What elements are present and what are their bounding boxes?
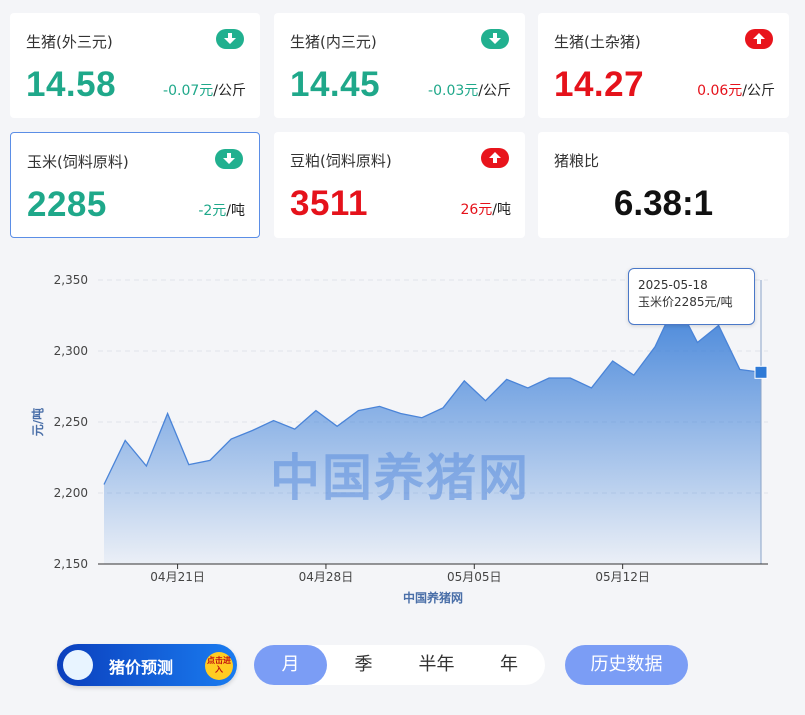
card-change: 26元/吨 bbox=[460, 202, 511, 218]
card-title: 豆粕(饲料原料) bbox=[290, 152, 392, 170]
card-title: 玉米(饲料原料) bbox=[27, 153, 129, 171]
tap-badge: 点击进入 bbox=[205, 652, 233, 680]
card-change: -2元/吨 bbox=[198, 203, 245, 219]
cloud-icon bbox=[63, 650, 93, 680]
price-card-pig-inner[interactable]: 生猪(内三元) 14.45 -0.03元/公斤 bbox=[274, 13, 525, 118]
card-change: 0.06元/公斤 bbox=[697, 83, 775, 99]
tab-quarter[interactable]: 季 bbox=[327, 645, 400, 685]
card-title: 生猪(土杂猪) bbox=[554, 33, 641, 51]
card-price: 14.58 bbox=[26, 65, 117, 104]
hover-point-marker bbox=[754, 365, 768, 379]
y-tick-label: 2,250 bbox=[54, 415, 88, 429]
tab-year[interactable]: 年 bbox=[473, 645, 545, 685]
price-card-pig-outer[interactable]: 生猪(外三元) 14.58 -0.07元/公斤 bbox=[10, 13, 260, 118]
down-arrow-icon bbox=[216, 29, 244, 49]
x-tick-label: 04月28日 bbox=[299, 570, 354, 584]
card-title: 生猪(外三元) bbox=[26, 33, 113, 51]
history-data-button[interactable]: 历史数据 bbox=[565, 645, 688, 685]
x-tick-label: 05月12日 bbox=[595, 570, 650, 584]
x-tick-label: 04月21日 bbox=[150, 570, 205, 584]
card-title: 生猪(内三元) bbox=[290, 33, 377, 51]
tooltip-date: 2025-05-18 bbox=[638, 278, 708, 292]
price-forecast-button[interactable]: 猪价预测 点击进入 bbox=[57, 644, 237, 686]
y-tick-label: 2,150 bbox=[54, 557, 88, 571]
chart-tooltip: 2025-05-18 玉米价2285元/吨 bbox=[628, 268, 755, 325]
period-tabs: 月 季 半年 年 bbox=[254, 645, 545, 685]
tab-month[interactable]: 月 bbox=[254, 645, 327, 685]
y-tick-label: 2,200 bbox=[54, 486, 88, 500]
price-card-corn[interactable]: 玉米(饲料原料) 2285 -2元/吨 bbox=[10, 132, 260, 238]
forecast-label: 猪价预测 bbox=[109, 658, 174, 677]
series-area bbox=[104, 301, 761, 564]
watermark: 中国养猪网 bbox=[270, 449, 530, 507]
y-tick-label: 2,350 bbox=[54, 273, 88, 287]
card-price: 3511 bbox=[290, 184, 368, 223]
card-price: 14.45 bbox=[290, 65, 381, 104]
card-price: 14.27 bbox=[554, 65, 645, 104]
card-change: -0.03元/公斤 bbox=[428, 83, 511, 99]
price-card-pig-grain-ratio[interactable]: 猪粮比 6.38:1 bbox=[538, 132, 789, 238]
tooltip-text: 玉米价2285元/吨 bbox=[638, 295, 733, 309]
down-arrow-icon bbox=[481, 29, 509, 49]
x-tick-label: 05月05日 bbox=[447, 570, 502, 584]
x-axis-label: 中国养猪网 bbox=[403, 590, 463, 605]
price-card-soymeal[interactable]: 豆粕(饲料原料) 3511 26元/吨 bbox=[274, 132, 525, 238]
card-price: 2285 bbox=[27, 185, 107, 224]
card-ratio: 6.38:1 bbox=[613, 184, 714, 223]
down-arrow-icon bbox=[215, 149, 243, 169]
up-arrow-icon bbox=[745, 29, 773, 49]
y-tick-label: 2,300 bbox=[54, 344, 88, 358]
up-arrow-icon bbox=[481, 148, 509, 168]
y-axis-label: 元/吨 bbox=[30, 408, 45, 436]
price-card-pig-local[interactable]: 生猪(土杂猪) 14.27 0.06元/公斤 bbox=[538, 13, 789, 118]
card-change: -0.07元/公斤 bbox=[163, 83, 246, 99]
tab-half-year[interactable]: 半年 bbox=[400, 645, 473, 685]
card-title: 猪粮比 bbox=[554, 152, 600, 170]
